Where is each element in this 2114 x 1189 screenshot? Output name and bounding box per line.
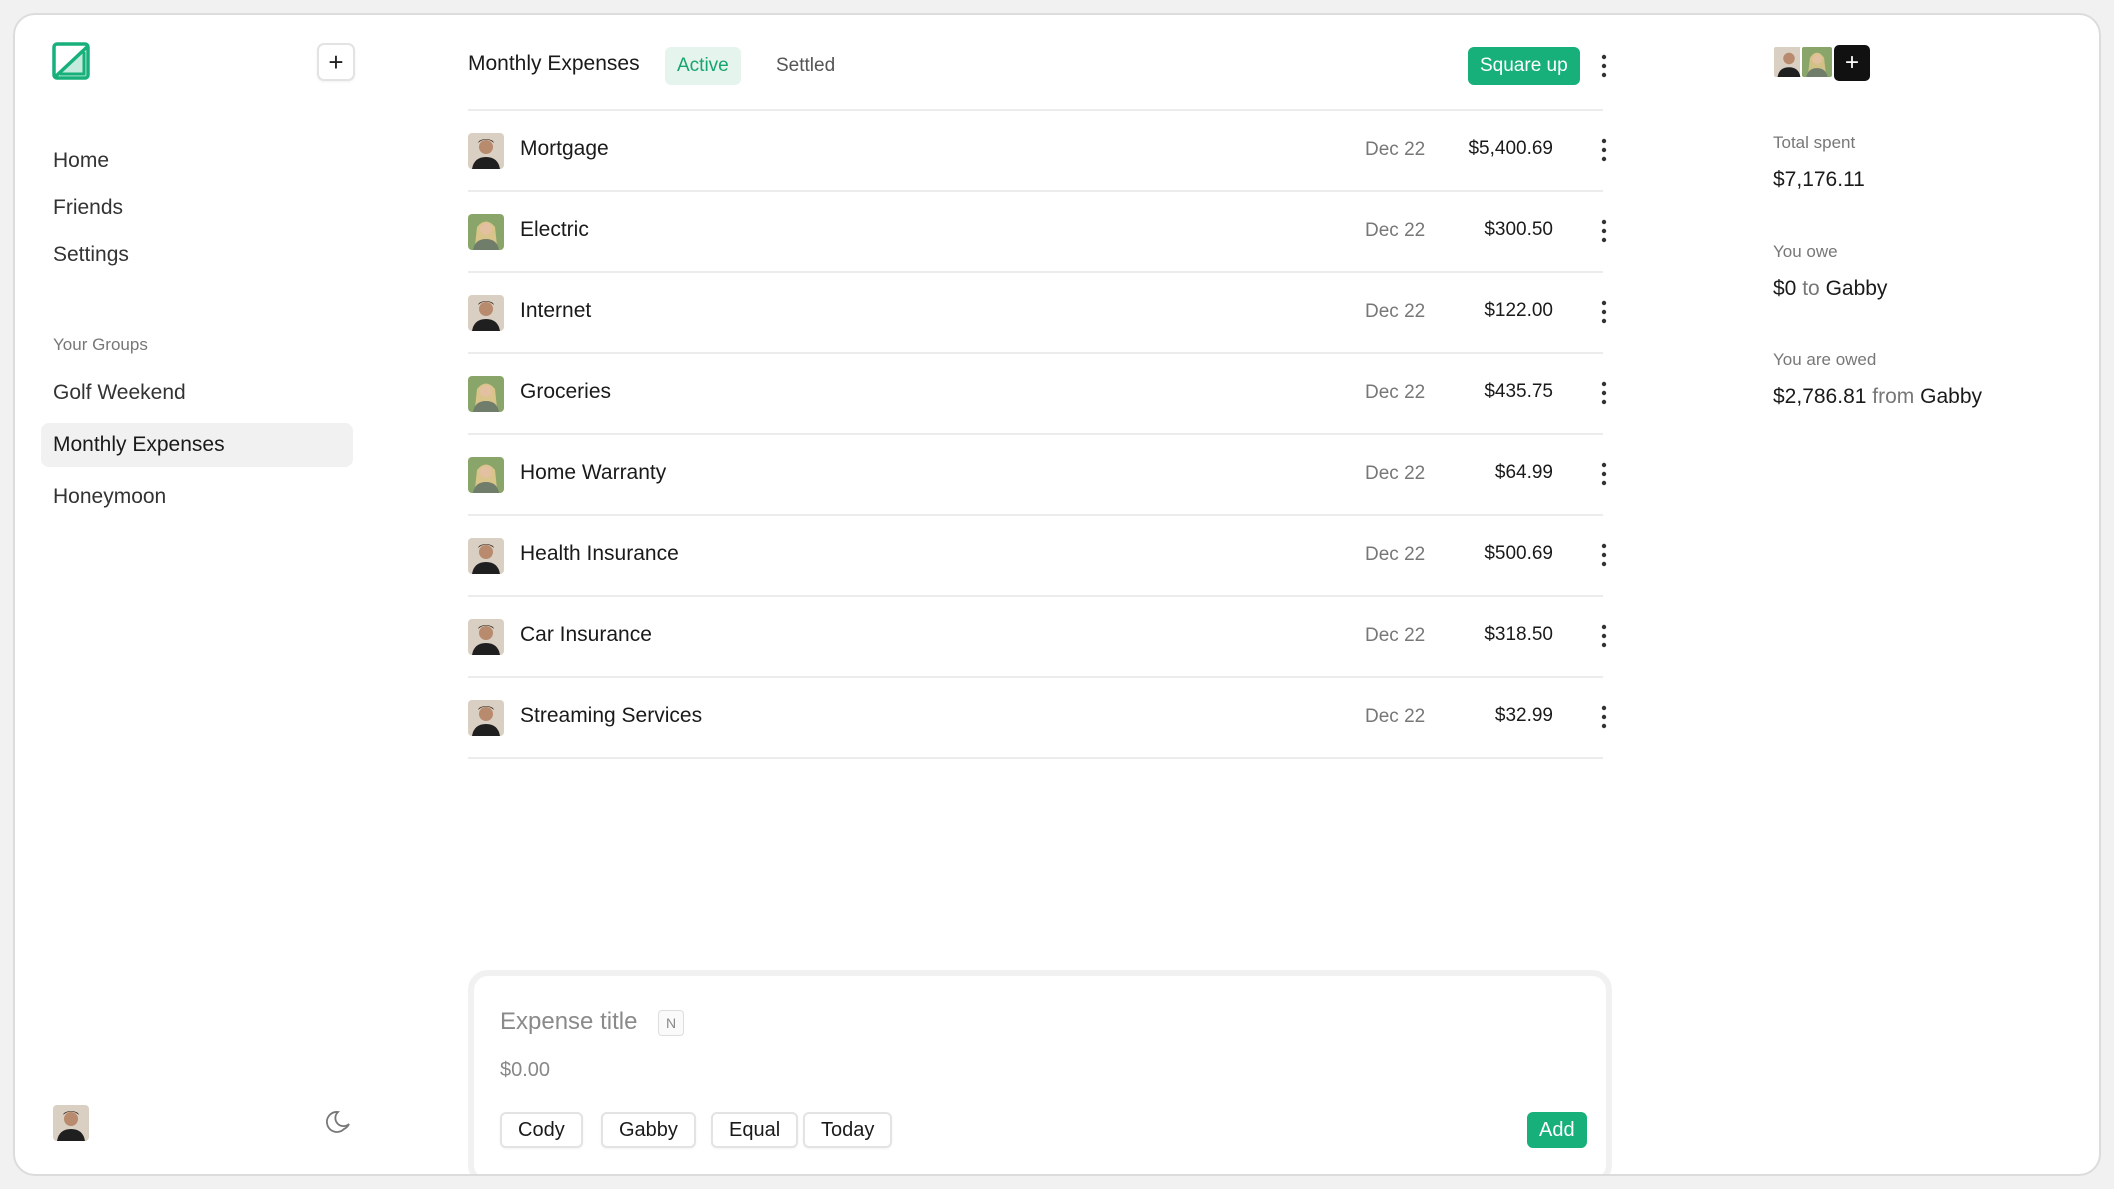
expense-amount: $122.00 [1484,300,1553,321]
expense-amount: $435.75 [1484,381,1553,402]
avatar[interactable] [1800,45,1834,79]
group-header: Monthly Expenses Active Settled Square u… [468,45,1618,89]
total-spent-value: $7,176.11 [1773,168,1865,191]
expense-amount: $300.50 [1484,219,1553,240]
payer-chip-gabby[interactable]: Gabby [601,1112,696,1148]
total-spent-label: Total spent [1773,133,1856,152]
tab-active[interactable]: Active [665,47,741,85]
expense-title: Mortgage [520,137,609,160]
page-title: Monthly Expenses [468,52,640,75]
expense-date: Dec 22 [1365,706,1426,727]
add-member-button[interactable]: + [1834,45,1870,81]
table-row[interactable]: Car Insurance Dec 22 $318.50 [468,597,1607,678]
you-owe-connector: to [1802,277,1820,300]
expense-title: Internet [520,299,592,322]
avatar [468,700,504,736]
expense-amount: $318.50 [1484,624,1553,645]
moon-icon[interactable] [324,1107,354,1137]
group-item-honeymoon[interactable]: Honeymoon [41,475,353,519]
payer-chip-cody[interactable]: Cody [500,1112,583,1148]
expense-date: Dec 22 [1365,220,1426,241]
group-members: + [1772,45,1870,81]
you-owe-label: You owe [1773,242,1838,261]
expense-list: Mortgage Dec 22 $5,400.69 Electric Dec 22 $30… [468,109,1607,759]
more-vertical-icon[interactable] [1592,702,1616,732]
owed-connector: from [1872,385,1915,408]
plus-icon: + [1844,49,1859,76]
nav-friends[interactable]: Friends [53,186,123,230]
split-chip-equal[interactable]: Equal [711,1112,799,1148]
expense-composer: N Cody Gabby Equal Today Add [468,970,1612,1174]
avatar [468,376,504,412]
table-row[interactable]: Streaming Services Dec 22 $32.99 [468,678,1607,759]
more-vertical-icon[interactable] [1592,135,1616,165]
expense-title: Streaming Services [520,704,703,727]
more-vertical-icon[interactable] [1592,378,1616,408]
groups-section-label: Your Groups [53,335,148,354]
expense-date: Dec 22 [1365,625,1426,646]
you-owe-amount: $0 [1773,277,1797,300]
expense-date: Dec 22 [1365,382,1426,403]
avatar [468,538,504,574]
expense-amount-input[interactable] [500,1054,800,1086]
expense-title: Car Insurance [520,623,652,646]
nav-home[interactable]: Home [53,139,109,183]
table-row[interactable]: Mortgage Dec 22 $5,400.69 [468,111,1607,192]
table-row[interactable]: Internet Dec 22 $122.00 [468,273,1607,354]
app-window: + Home Friends Settings Your Groups Golf… [13,13,2101,1176]
plus-icon: + [328,46,344,77]
square-up-button[interactable]: Square up [1468,47,1580,85]
owed-amount: $2,786.81 [1773,385,1867,408]
avatar [468,133,504,169]
shortcut-hint: N [658,1010,684,1036]
avatar [468,295,504,331]
group-item-monthly-expenses[interactable]: Monthly Expenses [41,423,353,467]
you-are-owed-value: $2,786.81 from Gabby [1773,385,1982,409]
expense-title-input[interactable] [500,1002,1000,1042]
more-vertical-icon[interactable] [1592,459,1616,489]
more-vertical-icon[interactable] [1592,621,1616,651]
expense-amount: $64.99 [1494,462,1553,483]
avatar [468,619,504,655]
expense-date: Dec 22 [1365,463,1426,484]
you-owe-value: $0 to Gabby [1773,277,1887,301]
expense-amount: $500.69 [1484,543,1553,564]
avatar[interactable] [53,1105,89,1141]
expenses-main: Monthly Expenses Active Settled Square u… [468,15,1618,1174]
table-row[interactable]: Groceries Dec 22 $435.75 [468,354,1607,435]
expense-date: Dec 22 [1365,139,1426,160]
expense-title: Home Warranty [520,461,667,484]
expense-date: Dec 22 [1365,544,1426,565]
sidebar: + Home Friends Settings Your Groups Golf… [15,15,365,1174]
expense-title: Electric [520,218,589,241]
expense-title: Groceries [520,380,612,403]
more-vertical-icon[interactable] [1592,51,1616,81]
summary-panel: + Total spent $7,176.11 You owe $0 to Ga… [1759,15,2089,1174]
tab-settled[interactable]: Settled [764,47,847,85]
expense-amount: $5,400.69 [1468,138,1553,159]
avatar [468,214,504,250]
you-owe-person: Gabby [1825,277,1888,300]
more-vertical-icon[interactable] [1592,540,1616,570]
expense-date: Dec 22 [1365,301,1426,322]
nav-settings[interactable]: Settings [53,233,129,277]
date-chip-today[interactable]: Today [803,1112,893,1148]
more-vertical-icon[interactable] [1592,216,1616,246]
table-row[interactable]: Health Insurance Dec 22 $500.69 [468,516,1607,597]
expense-title: Health Insurance [520,542,679,565]
owed-person: Gabby [1920,385,1982,408]
logo-icon[interactable] [52,42,90,80]
expense-amount: $32.99 [1494,705,1553,726]
group-item-golf-weekend[interactable]: Golf Weekend [41,371,353,415]
table-row[interactable]: Electric Dec 22 $300.50 [468,192,1607,273]
avatar [468,457,504,493]
more-vertical-icon[interactable] [1592,297,1616,327]
you-are-owed-label: You are owed [1773,350,1877,369]
table-row[interactable]: Home Warranty Dec 22 $64.99 [468,435,1607,516]
add-expense-button[interactable]: Add [1527,1112,1587,1148]
new-group-button[interactable]: + [317,43,355,81]
